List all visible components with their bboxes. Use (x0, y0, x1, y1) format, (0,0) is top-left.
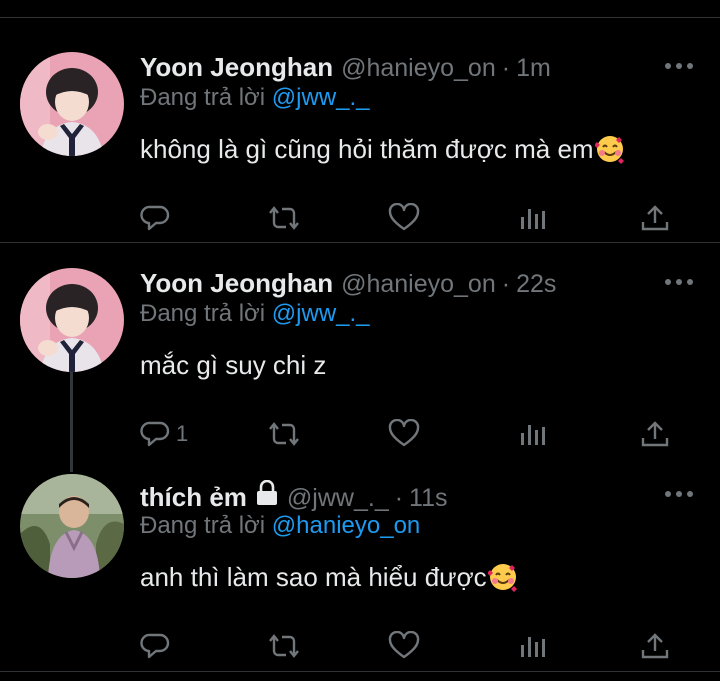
tweet-text-content: không là gì cũng hỏi thăm được mà em (140, 134, 594, 164)
views-icon (521, 425, 545, 445)
tweet-3[interactable]: thích ẻm @jww_._ · 11s Đang trả lời @han… (0, 474, 720, 670)
separator-dot: · (501, 54, 511, 82)
replying-to: Đang trả lời @jww_._ (140, 84, 370, 112)
replying-to-label: Đang trả lời (140, 300, 266, 327)
replying-to-label: Đang trả lời (140, 84, 266, 111)
like-button[interactable] (388, 416, 420, 452)
more-icon[interactable] (662, 484, 696, 504)
tweet-header: thích ẻm @jww_._ · 11s (140, 479, 448, 516)
tweet-text: không là gì cũng hỏi thăm được mà em (140, 134, 625, 171)
tweet-2[interactable]: Yoon Jeonghan @hanieyo_on · 22s Đang trả… (0, 268, 720, 458)
timestamp[interactable]: 11s (409, 484, 447, 513)
views-icon (521, 637, 545, 657)
like-icon (388, 203, 420, 231)
retweet-icon (269, 206, 299, 230)
separator-dot: · (501, 270, 511, 298)
reply-icon (140, 421, 170, 447)
bottom-divider (0, 671, 720, 672)
reply-button[interactable] (140, 628, 176, 664)
retweet-button[interactable] (268, 628, 300, 664)
tweet-actions: 1 (140, 416, 680, 456)
views-button[interactable] (518, 628, 548, 664)
smiling-face-with-hearts-icon (486, 562, 518, 599)
display-name[interactable]: thích ẻm (140, 482, 247, 513)
separator-dot: · (394, 484, 404, 512)
user-handle[interactable]: @jww_._ (287, 484, 389, 513)
timestamp[interactable]: 22s (516, 270, 556, 299)
lock-icon (255, 479, 279, 511)
reply-count: 1 (176, 421, 189, 446)
share-icon (641, 205, 669, 231)
retweet-button[interactable] (268, 200, 300, 236)
more-icon[interactable] (662, 272, 696, 292)
retweet-icon (269, 422, 299, 446)
tweet-actions (140, 628, 680, 668)
share-icon (641, 633, 669, 659)
replying-to-mention[interactable]: @hanieyo_on (272, 512, 420, 539)
avatar-photo (20, 52, 124, 156)
reply-icon (140, 633, 170, 659)
avatar-photo (20, 268, 124, 372)
replying-to-mention[interactable]: @jww_._ (272, 300, 370, 327)
share-button[interactable] (640, 628, 670, 664)
share-button[interactable] (640, 200, 670, 236)
tweet-header: Yoon Jeonghan @hanieyo_on · 22s (140, 268, 556, 304)
share-icon (641, 421, 669, 447)
views-button[interactable] (518, 416, 548, 452)
reply-button[interactable]: 1 (140, 416, 188, 452)
tweet-actions (140, 200, 680, 240)
tweet-text-content: anh thì làm sao mà hiểu được (140, 562, 487, 592)
replying-to: Đang trả lời @hanieyo_on (140, 512, 420, 540)
more-icon[interactable] (662, 56, 696, 76)
display-name[interactable]: Yoon Jeonghan (140, 52, 333, 83)
replying-to-mention[interactable]: @jww_._ (272, 84, 370, 111)
avatar[interactable] (20, 268, 124, 372)
avatar[interactable] (20, 52, 124, 156)
timestamp[interactable]: 1m (516, 54, 551, 83)
avatar[interactable] (20, 474, 124, 578)
tweet-text: mắc gì suy chi z (140, 350, 326, 381)
like-icon (388, 419, 420, 447)
like-icon (388, 631, 420, 659)
replying-to: Đang trả lời @jww_._ (140, 300, 370, 328)
user-handle[interactable]: @hanieyo_on (341, 54, 496, 83)
tweet-text-content: mắc gì suy chi z (140, 350, 327, 380)
retweet-button[interactable] (268, 416, 300, 452)
smiling-face-with-hearts-icon (593, 134, 625, 171)
top-divider (0, 17, 720, 18)
user-handle[interactable]: @hanieyo_on (341, 270, 496, 299)
reply-icon (140, 205, 170, 231)
share-button[interactable] (640, 416, 670, 452)
replying-to-label: Đang trả lời (140, 512, 266, 539)
tweet-text: anh thì làm sao mà hiểu được (140, 562, 518, 599)
avatar-photo (20, 474, 124, 578)
retweet-icon (269, 634, 299, 658)
like-button[interactable] (388, 200, 420, 236)
reply-button[interactable] (140, 200, 176, 236)
tweet-header: Yoon Jeonghan @hanieyo_on · 1m (140, 52, 551, 88)
like-button[interactable] (388, 628, 420, 664)
views-button[interactable] (518, 200, 548, 236)
tweet-1[interactable]: Yoon Jeonghan @hanieyo_on · 1m Đang trả … (0, 52, 720, 242)
tweet-divider (0, 242, 720, 243)
views-icon (521, 209, 545, 229)
display-name[interactable]: Yoon Jeonghan (140, 268, 333, 299)
